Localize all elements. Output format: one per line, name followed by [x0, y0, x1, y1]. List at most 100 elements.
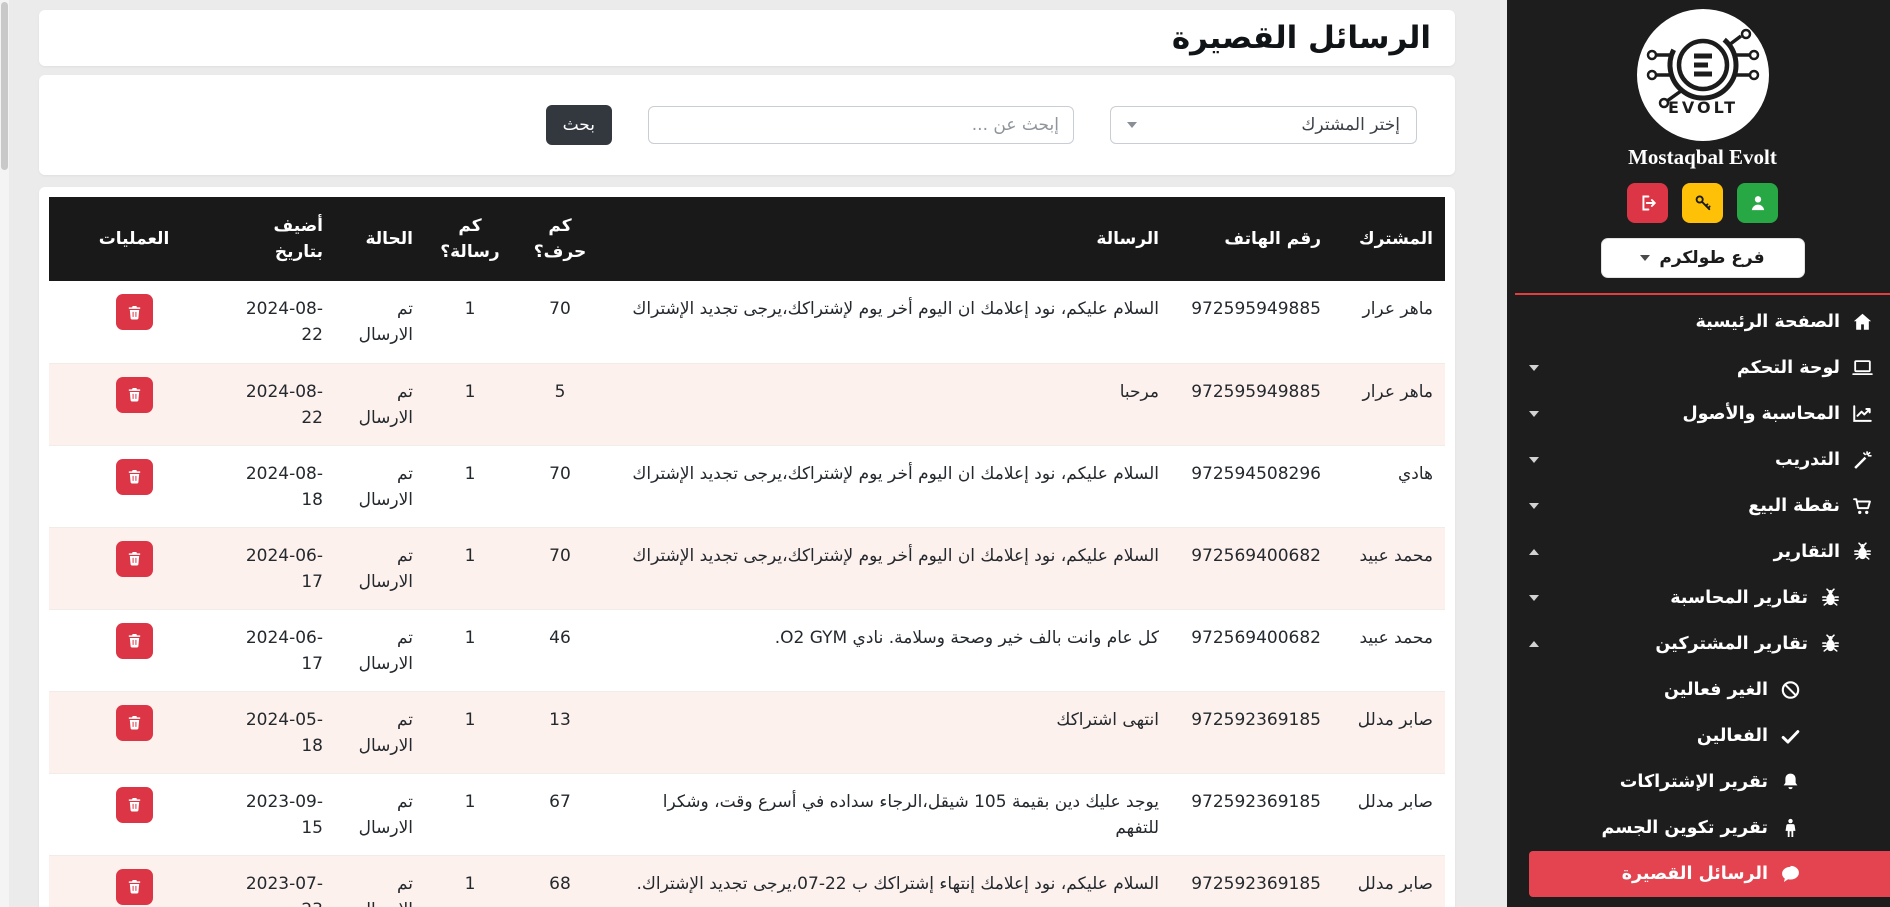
cell-subscriber: هادي — [1333, 444, 1445, 527]
sidebar-menu: الصفحة الرئيسية لوحة التحكم المحاسبة وال… — [1515, 295, 1890, 897]
table-row: ماهر عرار 972595949885 السلام عليكم، نود… — [49, 281, 1445, 363]
sidebar-item-inactive[interactable]: الغير فعالين — [1529, 667, 1890, 713]
profile-button[interactable] — [1737, 183, 1778, 223]
cell-status: تم الارسال — [358, 299, 413, 346]
trash-icon — [128, 469, 140, 484]
delete-button[interactable] — [115, 786, 153, 823]
delete-button[interactable] — [115, 622, 153, 659]
search-button[interactable]: بحث — [545, 105, 612, 145]
cell-count: 1 — [464, 299, 476, 319]
ban-icon — [1779, 679, 1802, 701]
table-row: محمد عبيد 972569400682 كل عام وانت بالف … — [49, 608, 1445, 691]
header-subscriber: المشترك — [1333, 197, 1445, 281]
cell-count: 1 — [425, 608, 515, 691]
delete-button[interactable] — [115, 540, 153, 577]
sidebar-item-accounting[interactable]: المحاسبة والأصول — [1529, 391, 1890, 437]
cell-message: كل عام وانت بالف خير وصحة وسلامة. نادي O… — [605, 608, 1171, 691]
chevron-up-icon — [1529, 641, 1539, 647]
sidebar-item-reports[interactable]: التقارير — [1529, 529, 1890, 575]
sidebar-item-home[interactable]: الصفحة الرئيسية — [1529, 299, 1890, 345]
table-row: صابر مدلل 972592369185 انتهى اشتراكك 13 … — [49, 690, 1445, 773]
cell-added: 2024-06-17 — [219, 608, 335, 691]
cell-phone: 972592369185 — [1171, 690, 1333, 773]
check-icon — [1779, 725, 1802, 747]
table-row: صابر مدلل 972592369185 يوجد عليك دين بقي… — [49, 772, 1445, 855]
messages-table: المشترك رقم الهاتف الرسالة كم حرف؟ كم رس… — [49, 197, 1445, 907]
chevron-down-icon — [1529, 503, 1539, 509]
sidebar-item-subscriber-reports[interactable]: تقارير المشتركين — [1529, 621, 1890, 667]
password-button[interactable] — [1682, 183, 1723, 223]
delete-button[interactable] — [115, 458, 153, 495]
sidebar-item-pos[interactable]: نقطة البيع — [1529, 483, 1890, 529]
header-status: الحالة — [335, 197, 425, 281]
title-card: الرسائل القصيرة — [39, 10, 1455, 66]
sidebar-item-sms[interactable]: الرسائل القصيرة — [1529, 851, 1890, 897]
search-input[interactable] — [648, 106, 1074, 144]
cell-chars: 13 — [515, 690, 605, 773]
cell-status: تم الارسال — [335, 526, 425, 609]
table-row: ماهر عرار 972595949885 مرحبا 5 1 تم الار… — [49, 362, 1445, 445]
desktop-icon — [1851, 357, 1874, 379]
cell-subscriber: ماهر عرار — [1333, 362, 1445, 445]
cell-subscriber: صابر مدلل — [1333, 854, 1445, 907]
cell-chars: 70 — [515, 526, 605, 609]
cell-message: السلام عليكم، نود إعلامك ان اليوم أخر يو… — [605, 526, 1171, 609]
scrollbar-thumb[interactable] — [1, 2, 8, 170]
cell-phone: 972592369185 — [1171, 772, 1333, 855]
cell-message: يوجد عليك دين بقيمة 105 شيقل،الرجاء سداد… — [605, 772, 1171, 855]
cell-phone: 972594508296 — [1171, 444, 1333, 527]
delete-button[interactable] — [115, 868, 153, 905]
sidebar-item-active[interactable]: الفعالين — [1529, 713, 1890, 759]
sidebar-item-body-composition-report[interactable]: تقرير تكوين الجسم — [1529, 805, 1890, 851]
delete-button[interactable] — [115, 376, 153, 413]
chevron-up-icon — [1529, 549, 1539, 555]
header-messages-count: كم رسالة؟ — [425, 197, 515, 281]
page-scrollbar[interactable] — [0, 0, 9, 907]
table-header-row: المشترك رقم الهاتف الرسالة كم حرف؟ كم رس… — [49, 197, 1445, 281]
cell-count: 1 — [425, 444, 515, 527]
sign-out-icon — [1641, 195, 1656, 211]
branch-select[interactable]: فرع طولكرم — [1600, 238, 1805, 278]
cell-phone: 972569400682 — [1171, 608, 1333, 691]
user-icon — [1751, 196, 1764, 211]
cell-chars: 70 — [549, 299, 571, 319]
sidebar-item-subscriptions-report[interactable]: تقرير الإشتراكات — [1529, 759, 1890, 805]
header-added-on: أضيف بتاريخ — [219, 197, 335, 281]
cell-message: السلام عليكم، نود إعلامك ان اليوم أخر يو… — [605, 444, 1171, 527]
delete-button[interactable] — [115, 294, 153, 330]
cell-count: 1 — [425, 772, 515, 855]
cell-added: 2023-07-23 — [219, 854, 335, 907]
brand-logo: EVOLT — [1636, 9, 1769, 141]
table-row: هادي 972594508296 السلام عليكم، نود إعلا… — [49, 444, 1445, 527]
header-phone: رقم الهاتف — [1171, 197, 1333, 281]
cell-phone: 972595949885 — [1171, 362, 1333, 445]
bell-icon — [1779, 771, 1802, 793]
home-icon — [1851, 311, 1874, 333]
trash-icon — [128, 551, 140, 566]
cell-subscriber: محمد عبيد — [1333, 526, 1445, 609]
cell-message: انتهى اشتراكك — [605, 690, 1171, 773]
sidebar-item-dashboard[interactable]: لوحة التحكم — [1529, 345, 1890, 391]
action-buttons — [1515, 183, 1890, 223]
sidebar-item-training[interactable]: التدريب — [1529, 437, 1890, 483]
cell-message: مرحبا — [605, 362, 1171, 445]
table-row: صابر مدلل 972592369185 السلام عليكم، نود… — [49, 854, 1445, 907]
cell-added: 2024-08-22 — [219, 362, 335, 445]
cell-phone: 972595949885 — [1191, 299, 1321, 319]
cell-count: 1 — [425, 526, 515, 609]
cell-chars: 68 — [515, 854, 605, 907]
cell-chars: 5 — [515, 362, 605, 445]
trash-icon — [128, 797, 140, 812]
cell-added: 2024-06-17 — [219, 526, 335, 609]
delete-button[interactable] — [115, 704, 153, 741]
subscriber-select[interactable]: إختر المشترك — [1110, 106, 1417, 144]
cell-message: السلام عليكم، نود إعلامك ان اليوم أخر يو… — [632, 299, 1159, 319]
male-icon — [1779, 817, 1802, 839]
sidebar-item-accounting-reports[interactable]: تقارير المحاسبة — [1529, 575, 1890, 621]
magic-wand-icon — [1851, 449, 1874, 471]
sidebar: EVOLT Mostaqbal Evolt فرع طولكرم الصفحة … — [1507, 0, 1890, 907]
cell-status: تم الارسال — [335, 362, 425, 445]
logout-button[interactable] — [1627, 183, 1668, 223]
trash-icon — [128, 305, 140, 320]
comment-icon — [1779, 863, 1802, 885]
